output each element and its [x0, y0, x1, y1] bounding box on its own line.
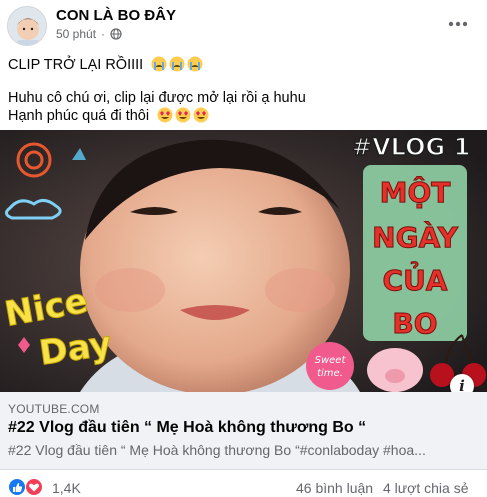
post-meta: 50 phút ·: [56, 27, 122, 41]
link-preview[interactable]: YOUTUBE.COM #22 Vlog đầu tiên “ Mẹ Hoà k…: [0, 392, 487, 470]
globe-icon[interactable]: [110, 28, 122, 40]
sticker-sweet-time: Sweet: [315, 355, 347, 366]
post-time[interactable]: 50 phút: [56, 27, 96, 41]
like-icon: [8, 478, 26, 496]
info-icon[interactable]: i: [450, 374, 474, 392]
reaction-icons[interactable]: [8, 478, 48, 496]
thumb-title-word: NGÀY: [372, 220, 458, 254]
link-domain: YOUTUBE.COM: [8, 402, 100, 416]
author-name[interactable]: CON LÀ BO ĐÂY: [56, 7, 176, 24]
vlog-tag: #VLOG 1: [352, 133, 470, 161]
caption-line: Hạnh phúc quá đi thôi: [8, 107, 478, 125]
comments-count[interactable]: 46 bình luận: [296, 480, 373, 496]
avatar[interactable]: [7, 6, 47, 46]
reaction-count[interactable]: 1,4K: [52, 480, 81, 496]
thumb-title-word: BO: [392, 307, 437, 340]
thumb-title-word: MỘT: [380, 175, 451, 209]
caption-line: CLIP TRỞ LẠI RỒIIII: [8, 56, 478, 74]
heart-eyes-emoji-icon: [157, 107, 209, 123]
caption-line: Huhu cô chú ơi, clip lại được mở lại rồi…: [8, 90, 306, 106]
link-title[interactable]: #22 Vlog đầu tiên “ Mẹ Hoà không thương …: [8, 419, 366, 437]
love-icon: [25, 478, 43, 496]
video-thumbnail[interactable]: Nice Day #VLOG 1 MỘT NGÀY CỦA BO Sweet t…: [0, 130, 487, 392]
thumb-title-word: CỦA: [383, 259, 448, 297]
more-dots-icon[interactable]: [444, 14, 472, 34]
link-description: #22 Vlog đầu tiên “ Mẹ Hoà không thương …: [8, 442, 426, 458]
shares-count[interactable]: 4 lượt chia sẻ: [383, 480, 468, 496]
crying-emoji-icon: [151, 56, 203, 72]
post-header: CON LÀ BO ĐÂY 50 phút ·: [0, 0, 487, 52]
svg-text:time.: time.: [317, 368, 343, 379]
reaction-bar: 1,4K 46 bình luận 4 lượt chia sẻ: [0, 478, 487, 497]
post-caption: CLIP TRỞ LẠI RỒIIII Huhu cô chú ơi, clip…: [8, 56, 478, 125]
